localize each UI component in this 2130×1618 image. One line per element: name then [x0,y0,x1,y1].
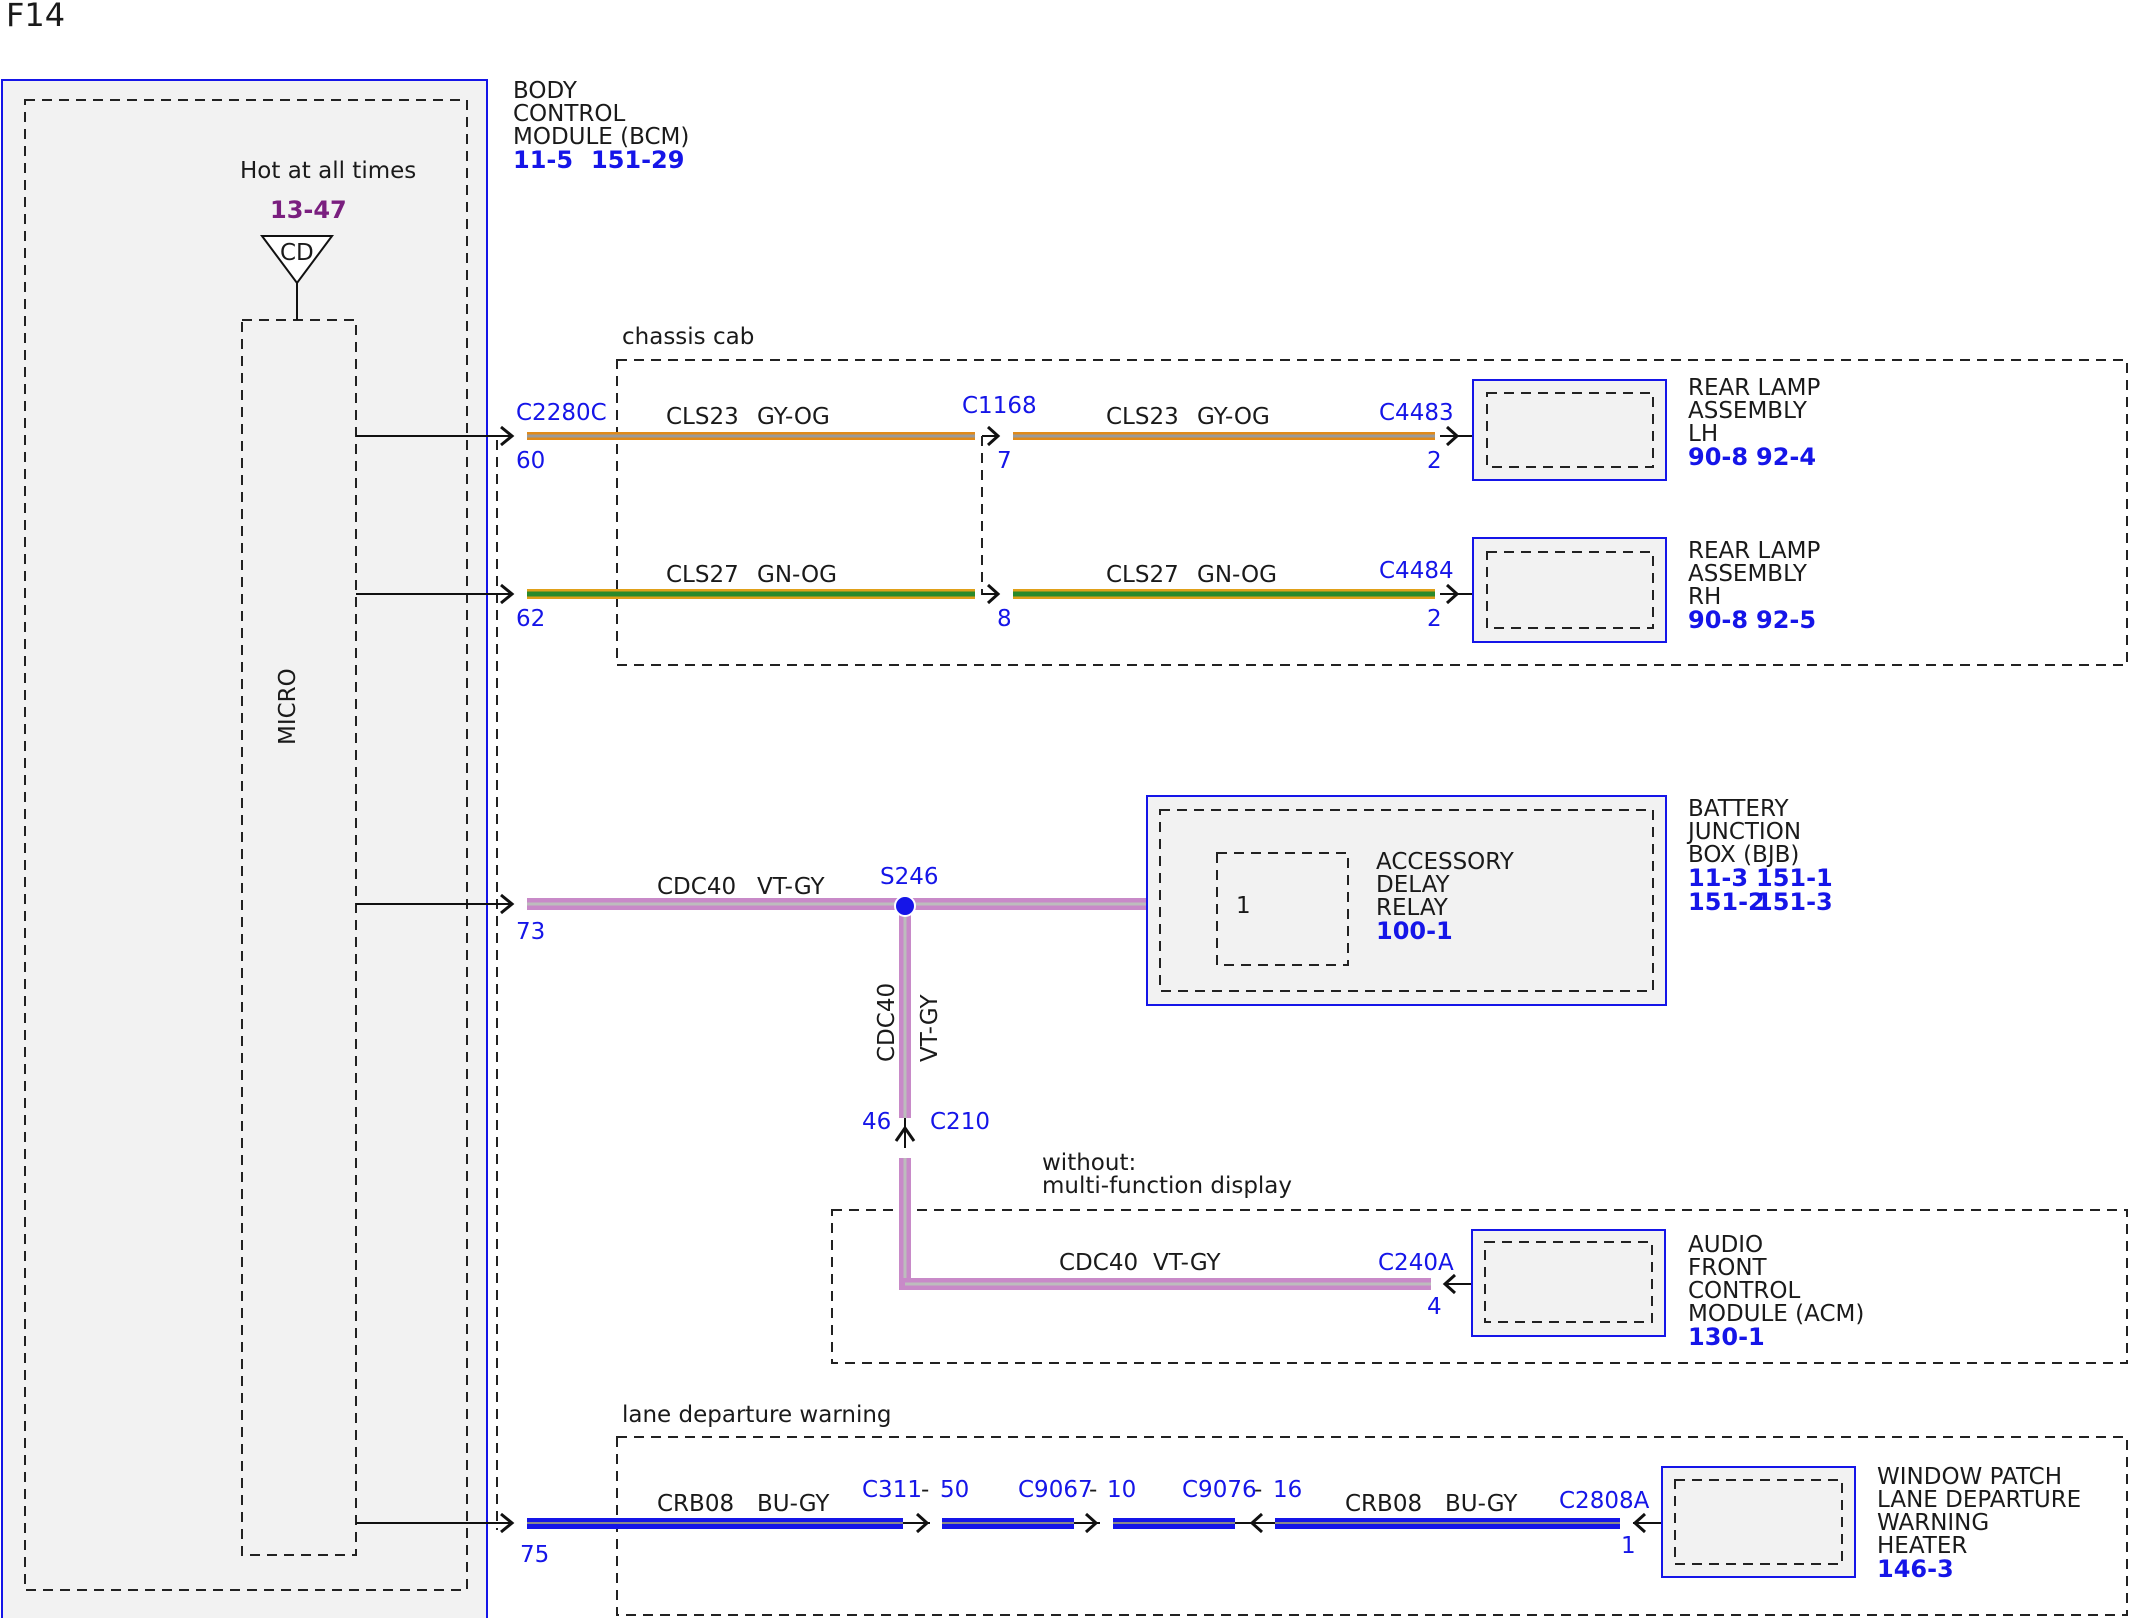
hot-at-all-times-label: Hot at all times [240,158,416,184]
cls27-name-2: CLS27 [1106,562,1179,588]
rear-lamp-rh-module[interactable] [1472,537,1667,643]
pin-8: 8 [997,606,1012,632]
relay-ref[interactable]: 100-1 [1376,917,1453,945]
window-patch-module[interactable] [1661,1466,1856,1578]
pin-16: 16 [1273,1477,1302,1503]
cdc40-name-vertical: CDC40 [874,983,900,1062]
c9067-dash: - [1089,1477,1097,1503]
bcm-ref-2[interactable]: 151-29 [591,146,684,174]
c210-label[interactable]: C210 [930,1109,990,1135]
pin-1: 1 [1621,1533,1636,1559]
c311-label[interactable]: C311 [862,1477,922,1503]
crb08-name-1: CRB08 [657,1491,734,1517]
wiring-diagram: F14 MICRO Hot at all times 13-47 CD BODY… [1,0,2128,1618]
c1168-label[interactable]: C1168 [962,393,1037,419]
crb08-color-1: BU-GY [757,1491,830,1517]
rear-rh-ref-1[interactable]: 90-8 [1688,606,1748,634]
cls27-color-1: GN-OG [757,562,837,588]
cdc40-color-vertical: VT-GY [917,994,943,1062]
without-label-2: multi-function display [1042,1173,1292,1199]
pin-73: 73 [516,919,545,945]
c4483-label[interactable]: C4483 [1379,400,1454,426]
pin-4: 4 [1427,1294,1442,1320]
c311-dash: - [921,1477,929,1503]
window-ref[interactable]: 146-3 [1877,1555,1954,1583]
rear-rh-ref-2[interactable]: 92-5 [1756,606,1816,634]
acm-ref[interactable]: 130-1 [1688,1323,1765,1351]
pin-46: 46 [862,1109,891,1135]
cls27-color-2: GN-OG [1197,562,1277,588]
cls23-color-2: GY-OG [1197,404,1270,430]
c9076-label[interactable]: C9076 [1182,1477,1257,1503]
acm-module[interactable] [1471,1229,1666,1337]
cls23-name-2: CLS23 [1106,404,1179,430]
fuse-label: CD [280,240,314,266]
pin-10: 10 [1107,1477,1136,1503]
bcm-ref-1[interactable]: 11-5 [513,146,573,174]
cls23-name-1: CLS23 [666,404,739,430]
pin-62: 62 [516,606,545,632]
bcm-module-outline [1,79,488,1618]
cdc40-name-1: CDC40 [657,874,736,900]
c2808a-label[interactable]: C2808A [1559,1488,1650,1514]
bjb-ref-3[interactable]: 151-2 [1688,888,1765,916]
crb08-color-2: BU-GY [1445,1491,1518,1517]
c4484-label[interactable]: C4484 [1379,558,1454,584]
c9076-dash: - [1254,1477,1262,1503]
rear-lamp-lh-module[interactable] [1472,379,1667,481]
pin-7: 7 [997,448,1012,474]
pin-2-rh: 2 [1427,606,1442,632]
relay-pin-1: 1 [1236,893,1251,919]
pin-2-lh: 2 [1427,448,1442,474]
cls23-color-1: GY-OG [757,404,830,430]
pin-75: 75 [520,1542,549,1568]
lane-departure-label: lane departure warning [622,1402,892,1428]
splice-s246-icon[interactable] [894,895,916,917]
chassis-cab-label: chassis cab [622,324,754,350]
pin-50: 50 [940,1477,969,1503]
rear-lh-ref-2[interactable]: 92-4 [1756,443,1816,471]
c9067-label[interactable]: C9067 [1018,1477,1093,1503]
c240a-label[interactable]: C240A [1378,1250,1454,1276]
c2280c-label[interactable]: C2280C [516,400,607,426]
cdc40-name-2: CDC40 [1059,1250,1138,1276]
crb08-name-2: CRB08 [1345,1491,1422,1517]
rear-lh-ref-1[interactable]: 90-8 [1688,443,1748,471]
page-id: F14 [6,0,65,34]
pin-60: 60 [516,448,545,474]
chassis-cab-zone [616,359,2128,666]
s246-label[interactable]: S246 [880,864,939,890]
cdc40-color-1: VT-GY [757,874,825,900]
bjb-ref-4[interactable]: 151-3 [1756,888,1833,916]
hot-ref: 13-47 [270,196,347,224]
cls27-name-1: CLS27 [666,562,739,588]
micro-label: MICRO [275,668,301,745]
cdc40-color-2: VT-GY [1153,1250,1221,1276]
